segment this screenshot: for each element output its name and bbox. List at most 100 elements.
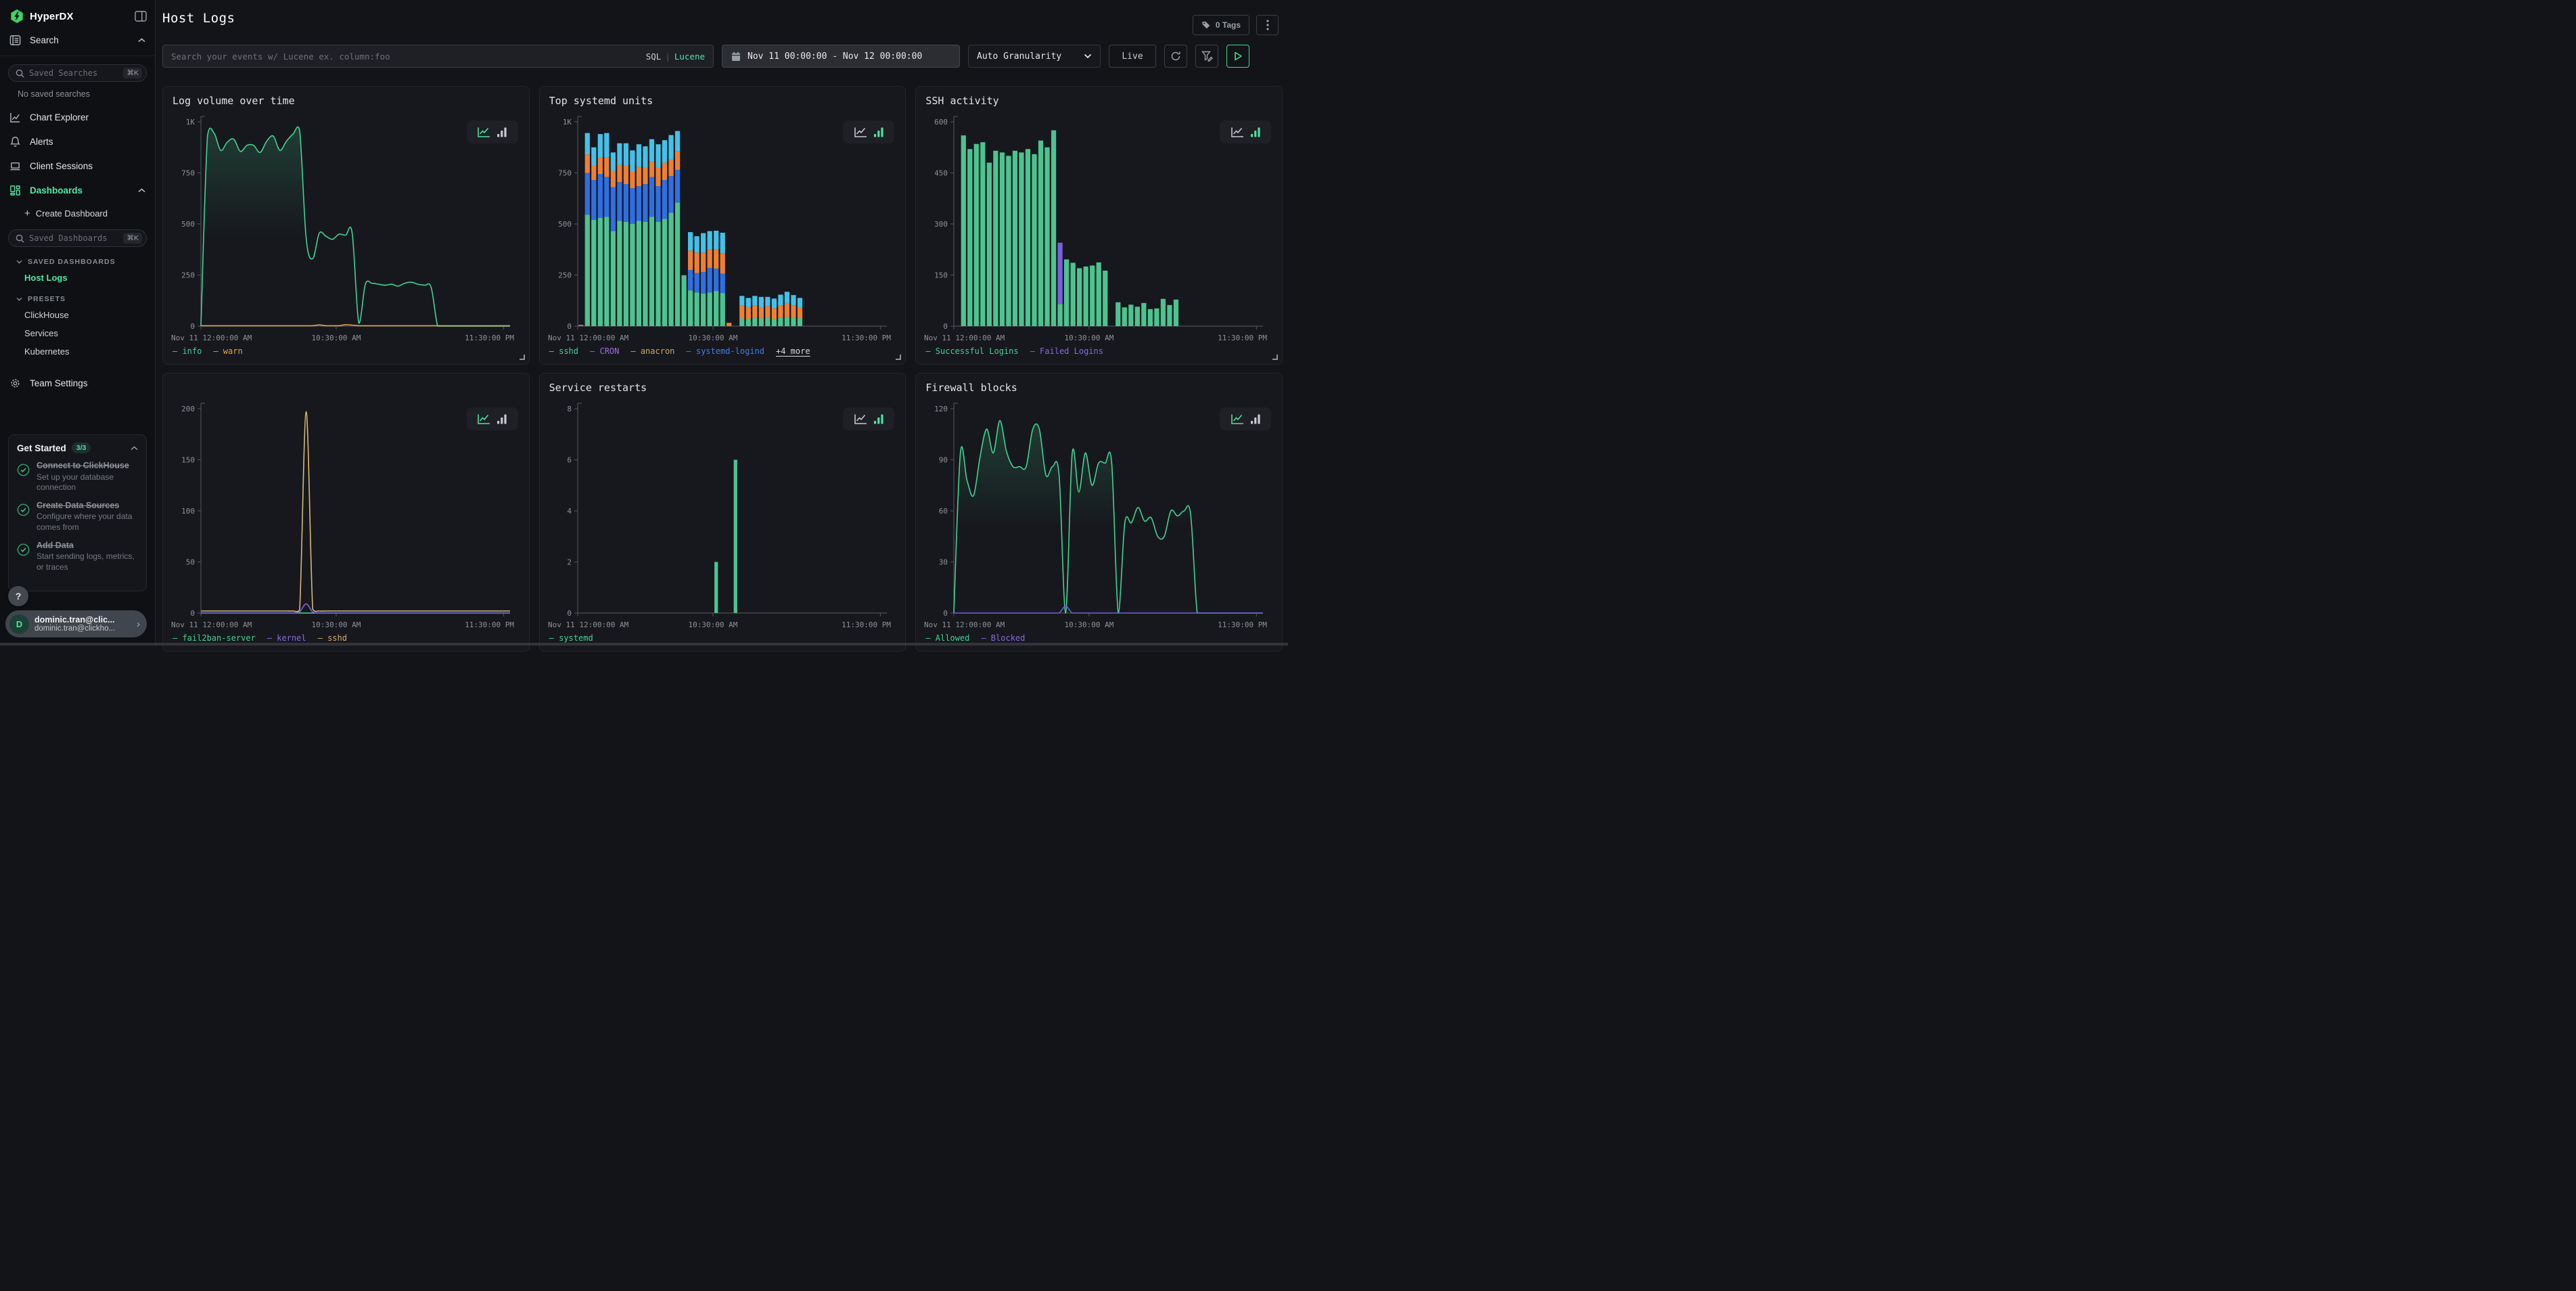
svg-text:250: 250 xyxy=(558,271,572,280)
lucene-toggle[interactable]: Lucene xyxy=(674,51,705,62)
svg-text:Nov 11 12:00:00 AM: Nov 11 12:00:00 AM xyxy=(924,334,1005,342)
app-logo[interactable]: HyperDX xyxy=(30,11,129,22)
line-chart-toggle-icon[interactable] xyxy=(477,413,490,425)
legend-item[interactable]: — CRON xyxy=(590,346,619,356)
refresh-button[interactable] xyxy=(1164,45,1187,68)
chart-legend: — Allowed — Blocked xyxy=(925,633,1025,643)
chart-plot-area[interactable]: 02505007501KNov 11 12:00:00 AM10:30:00 A… xyxy=(170,114,520,348)
shortcut-badge: ⌘K xyxy=(123,233,142,244)
live-button[interactable]: Live xyxy=(1109,45,1156,68)
saved-searches-input[interactable]: Saved Searches ⌘K xyxy=(8,64,147,82)
bar-chart-toggle-icon[interactable] xyxy=(1250,127,1261,138)
legend-item[interactable]: — kernel xyxy=(267,633,306,643)
line-chart-toggle-icon[interactable] xyxy=(854,127,867,138)
sidebar-item-search[interactable]: Search xyxy=(0,35,155,54)
help-button[interactable]: ? xyxy=(8,586,28,606)
line-chart-toggle-icon[interactable] xyxy=(854,413,867,425)
shortcut-badge: ⌘K xyxy=(123,68,142,78)
legend-item[interactable]: — Blocked xyxy=(981,633,1025,643)
create-dashboard-button[interactable]: + Create Dashboard xyxy=(0,205,155,221)
sidebar-collapse-icon[interactable] xyxy=(135,11,147,22)
legend-item[interactable]: — sshd xyxy=(318,633,347,643)
svg-text:10:30:00 AM: 10:30:00 AM xyxy=(688,334,737,342)
legend-item[interactable]: — warn xyxy=(213,346,242,356)
line-chart-toggle-icon[interactable] xyxy=(1230,413,1244,425)
sidebar-preset-services[interactable]: Services xyxy=(0,326,155,340)
legend-item[interactable]: — Allowed xyxy=(925,633,969,643)
scrollbar[interactable] xyxy=(0,643,1288,646)
legend-item[interactable]: — Failed Logins xyxy=(1030,346,1103,356)
get-started-item[interactable]: Create Data SourcesConfigure where your … xyxy=(17,501,138,533)
svg-text:10:30:00 AM: 10:30:00 AM xyxy=(688,620,737,629)
legend-item[interactable]: +4 more xyxy=(776,346,810,356)
get-started-item[interactable]: Connect to ClickHouseSet up your databas… xyxy=(17,461,138,493)
legend-item[interactable]: — sshd xyxy=(549,346,578,356)
svg-text:Nov 11 12:00:00 AM: Nov 11 12:00:00 AM xyxy=(548,620,629,629)
play-icon xyxy=(1234,51,1243,61)
chart-plot-area[interactable]: 02468Nov 11 12:00:00 AM10:30:00 AM11:30:… xyxy=(547,401,896,635)
saved-dashboards-input[interactable]: Saved Dashboards ⌘K xyxy=(8,229,147,247)
page-title: Host Logs xyxy=(162,11,235,26)
panel-resize-handle[interactable] xyxy=(896,355,901,360)
laptop-icon xyxy=(9,160,21,172)
legend-item[interactable]: — systemd xyxy=(549,633,593,643)
chevron-up-icon[interactable] xyxy=(131,446,138,451)
panel-menu-button[interactable] xyxy=(1256,15,1279,35)
svg-text:750: 750 xyxy=(558,169,572,178)
sql-toggle[interactable]: SQL xyxy=(646,51,662,62)
line-chart-toggle-icon[interactable] xyxy=(477,127,490,138)
search-placeholder: Search your events w/ Lucene ex. column:… xyxy=(171,51,639,62)
run-query-button[interactable] xyxy=(1226,45,1249,68)
dashboard-panel: Firewall blocks0306090120Nov 11 12:00:00… xyxy=(915,373,1283,652)
legend-item[interactable]: — anacron xyxy=(630,346,674,356)
chart-plot-area[interactable]: 050100150200Nov 11 12:00:00 AM10:30:00 A… xyxy=(170,401,520,635)
bar-chart-toggle-icon[interactable] xyxy=(873,413,884,425)
bar-chart-toggle-icon[interactable] xyxy=(873,127,884,138)
section-presets[interactable]: PRESETS xyxy=(0,295,155,303)
sidebar-item-label: Alerts xyxy=(30,137,145,147)
sidebar-preset-kubernetes[interactable]: Kubernetes xyxy=(0,344,155,358)
bar-chart-toggle-icon[interactable] xyxy=(497,413,507,425)
legend-item[interactable]: — systemd-logind xyxy=(686,346,764,356)
bar-chart-toggle-icon[interactable] xyxy=(1250,413,1261,425)
chart-legend: — info — warn xyxy=(172,346,243,356)
svg-text:300: 300 xyxy=(934,220,948,229)
sidebar-item-client-sessions[interactable]: Client Sessions xyxy=(0,157,155,175)
get-started-item-title: Add Data xyxy=(37,541,138,551)
section-saved-dashboards[interactable]: SAVED DASHBOARDS xyxy=(0,258,155,266)
filter-edit-icon xyxy=(1201,51,1213,62)
sidebar-dashboard-host-logs[interactable]: Host Logs xyxy=(0,271,155,284)
granularity-select[interactable]: Auto Granularity xyxy=(968,45,1101,68)
sidebar-preset-clickhouse[interactable]: ClickHouse xyxy=(0,308,155,321)
legend-item[interactable]: — Successful Logins xyxy=(925,346,1018,356)
panel-title: Firewall blocks xyxy=(925,382,1017,394)
chart-plot-area[interactable]: 0306090120Nov 11 12:00:00 AM10:30:00 AM1… xyxy=(923,401,1272,635)
sidebar-item-dashboards[interactable]: Dashboards xyxy=(0,181,155,200)
chart-plot-area[interactable]: 02505007501KNov 11 12:00:00 AM10:30:00 A… xyxy=(547,114,896,348)
svg-text:90: 90 xyxy=(939,456,948,465)
legend-item[interactable]: — fail2ban-server xyxy=(172,633,256,643)
sidebar-item-team-settings[interactable]: Team Settings xyxy=(0,374,155,392)
get-started-item[interactable]: Add DataStart sending logs, metrics, or … xyxy=(17,541,138,573)
tag-icon xyxy=(1201,20,1211,30)
chart-type-toggle xyxy=(843,120,894,143)
bell-icon xyxy=(9,136,21,148)
sidebar-item-label: Dashboards xyxy=(30,185,129,196)
sidebar-item-alerts[interactable]: Alerts xyxy=(0,133,155,151)
bar-chart-toggle-icon[interactable] xyxy=(497,127,507,138)
legend-item[interactable]: — info xyxy=(172,346,202,356)
filter-button[interactable] xyxy=(1195,45,1218,68)
date-range-picker[interactable]: Nov 11 00:00:00 - Nov 12 00:00:00 xyxy=(722,45,960,68)
event-search-input[interactable]: Search your events w/ Lucene ex. column:… xyxy=(162,45,714,68)
user-menu[interactable]: D dominic.tran@clic... dominic.tran@clic… xyxy=(5,610,147,637)
panel-resize-handle[interactable] xyxy=(1272,355,1278,360)
svg-text:0: 0 xyxy=(944,609,948,618)
chart-plot-area[interactable]: 0150300450600Nov 11 12:00:00 AM10:30:00 … xyxy=(923,114,1272,348)
svg-text:11:30:00 PM: 11:30:00 PM xyxy=(842,334,891,342)
tags-button[interactable]: 0 Tags xyxy=(1193,15,1249,35)
user-email: dominic.tran@clickho... xyxy=(34,625,131,633)
panel-resize-handle[interactable] xyxy=(520,355,525,360)
dashboard-panel: 050100150200Nov 11 12:00:00 AM10:30:00 A… xyxy=(162,373,530,652)
line-chart-toggle-icon[interactable] xyxy=(1230,127,1244,138)
sidebar-item-chart-explorer[interactable]: Chart Explorer xyxy=(0,108,155,127)
